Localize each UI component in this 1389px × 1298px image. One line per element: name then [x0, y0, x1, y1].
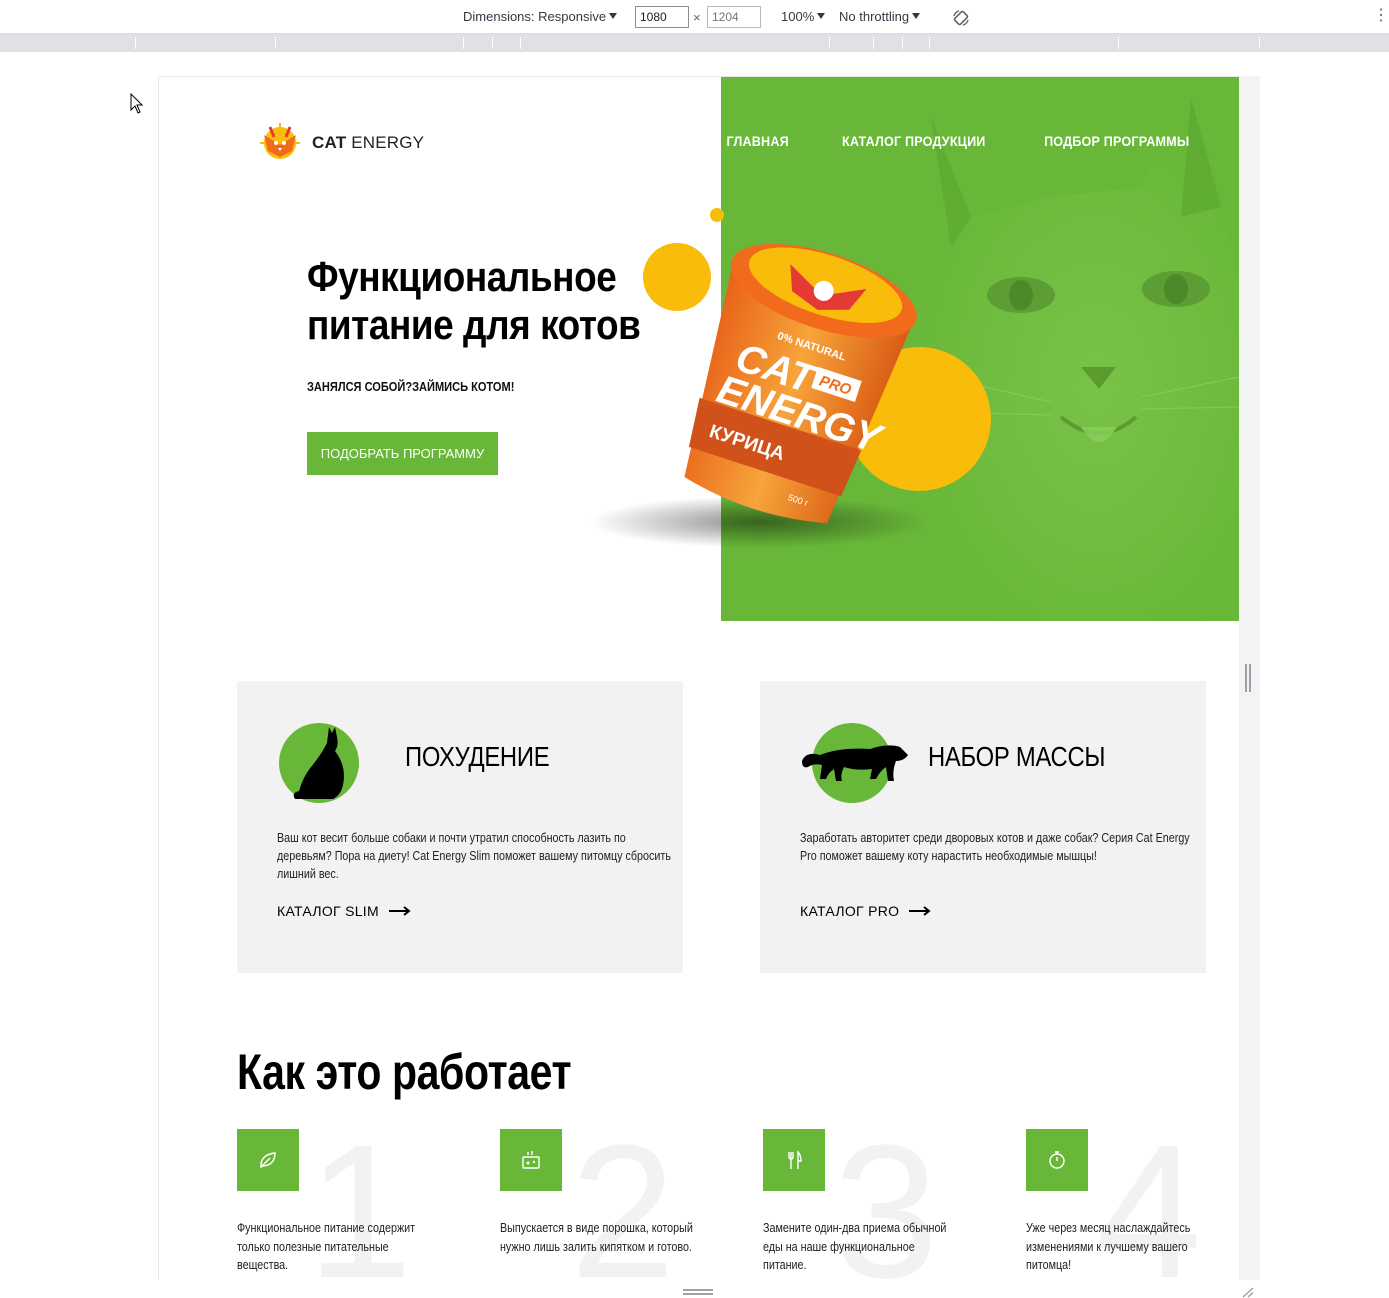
- step-item: 3 Замените один-два приема обычной еды н…: [763, 1117, 993, 1280]
- step-icon-box: [237, 1129, 299, 1191]
- nav-link-program[interactable]: ПОДБОР ПРОГРАММЫ: [1044, 133, 1189, 149]
- hero-subtitle: ЗАНЯЛСЯ СОБОЙ?ЗАЙМИСЬ КОТОМ!: [307, 379, 515, 394]
- dimensions-dropdown[interactable]: Dimensions: Responsive: [463, 9, 618, 24]
- width-input[interactable]: [635, 6, 689, 28]
- logo-regular-text: ENERGY: [346, 133, 425, 152]
- nav-link-catalog[interactable]: КАТАЛОГ ПРОДУКЦИИ: [842, 133, 986, 149]
- leaf-icon: [260, 1152, 276, 1169]
- program-description: Заработать авторитет среди дворовых кото…: [800, 831, 1190, 863]
- step-icon-box: [1026, 1129, 1088, 1191]
- resize-handle-corner[interactable]: [1241, 1286, 1255, 1298]
- catalog-link-label: КАТАЛОГ SLIM: [277, 903, 379, 919]
- arrow-right-icon: [909, 906, 931, 916]
- throttling-dropdown[interactable]: No throttling: [839, 9, 921, 24]
- fork-knife-icon: [788, 1150, 802, 1169]
- program-description: Ваш кот весит больше собаки и почти утра…: [277, 831, 671, 881]
- step-icon-box: [763, 1129, 825, 1191]
- logo-bold-text: CAT: [312, 133, 347, 152]
- stopwatch-icon: [1049, 1151, 1065, 1169]
- slim-cat-icon: [279, 723, 359, 803]
- program-card-pro: НАБОР МАССЫ Заработать авторитет среди д…: [760, 681, 1206, 973]
- catalog-link-label: КАТАЛОГ PRO: [800, 903, 900, 919]
- zoom-dropdown[interactable]: 100%: [781, 9, 826, 24]
- step-text: Выпускается в виде порошка, который нужн…: [500, 1221, 693, 1254]
- how-it-works-title: Как это работает: [237, 1044, 572, 1100]
- main-navigation: ГЛАВНАЯ КАТАЛОГ ПРОДУКЦИИ ПОДБОР ПРОГРАМ…: [723, 133, 1197, 149]
- resize-handle-right[interactable]: [1245, 664, 1251, 692]
- step-item: 1 Функциональное питание содержит только…: [237, 1117, 467, 1280]
- step-text: Уже через месяц наслаждайтесь изменениям…: [1026, 1221, 1191, 1272]
- times-sign: ×: [693, 10, 701, 25]
- media-query-ruler[interactable]: [0, 34, 1389, 52]
- panther-icon: [802, 723, 908, 803]
- step-text: Замените один-два приема обычной еды на …: [763, 1221, 947, 1272]
- devtools-device-toolbar: Dimensions: Responsive × 100% No throttl…: [0, 0, 1389, 34]
- step-item: 4 Уже через месяц наслаждайтесь изменени…: [1026, 1117, 1239, 1280]
- select-program-button[interactable]: ПОДОБРАТЬ ПРОГРАММУ: [307, 432, 498, 475]
- caret-down-icon: [817, 13, 826, 19]
- catalog-pro-link[interactable]: КАТАЛОГ PRO: [800, 903, 931, 919]
- resize-handle-bottom[interactable]: [683, 1289, 713, 1295]
- device-viewport: CAT ENERGY ГЛАВНАЯ КАТАЛОГ ПРОДУКЦИИ ПОД…: [158, 76, 1239, 1280]
- step-item: 2 Выпускается в виде порошка, который ну…: [500, 1117, 730, 1280]
- catalog-slim-link[interactable]: КАТАЛОГ SLIM: [277, 903, 411, 919]
- height-input[interactable]: [707, 6, 761, 28]
- mouse-cursor-icon: [130, 93, 144, 114]
- caret-down-icon: [609, 13, 618, 19]
- program-title: ПОХУДЕНИЕ: [405, 741, 550, 772]
- zoom-label: 100%: [781, 9, 815, 24]
- site-logo[interactable]: CAT ENERGY: [256, 121, 424, 165]
- dimensions-label: Dimensions: Responsive: [463, 9, 607, 24]
- kebab-menu-icon[interactable]: ⋮: [1373, 8, 1389, 24]
- powder-icon: [522, 1151, 540, 1169]
- arrow-right-icon: [388, 906, 411, 916]
- nav-link-home[interactable]: ГЛАВНАЯ: [726, 133, 788, 149]
- caret-down-icon: [912, 13, 921, 19]
- step-icon-box: [500, 1129, 562, 1191]
- program-title: НАБОР МАССЫ: [928, 741, 1106, 772]
- program-card-slim: ПОХУДЕНИЕ Ваш кот весит больше собаки и …: [237, 681, 683, 973]
- product-jar-image: 0% NATURAL CAT PRO ENERGY КУРИЦА 500 г: [589, 208, 991, 548]
- step-text: Функциональное питание содержит только п…: [237, 1221, 416, 1272]
- throttling-label: No throttling: [839, 9, 910, 24]
- cat-logo-icon: [260, 123, 300, 159]
- logo-wordmark: CAT ENERGY: [312, 133, 424, 153]
- rotate-icon[interactable]: [951, 8, 971, 28]
